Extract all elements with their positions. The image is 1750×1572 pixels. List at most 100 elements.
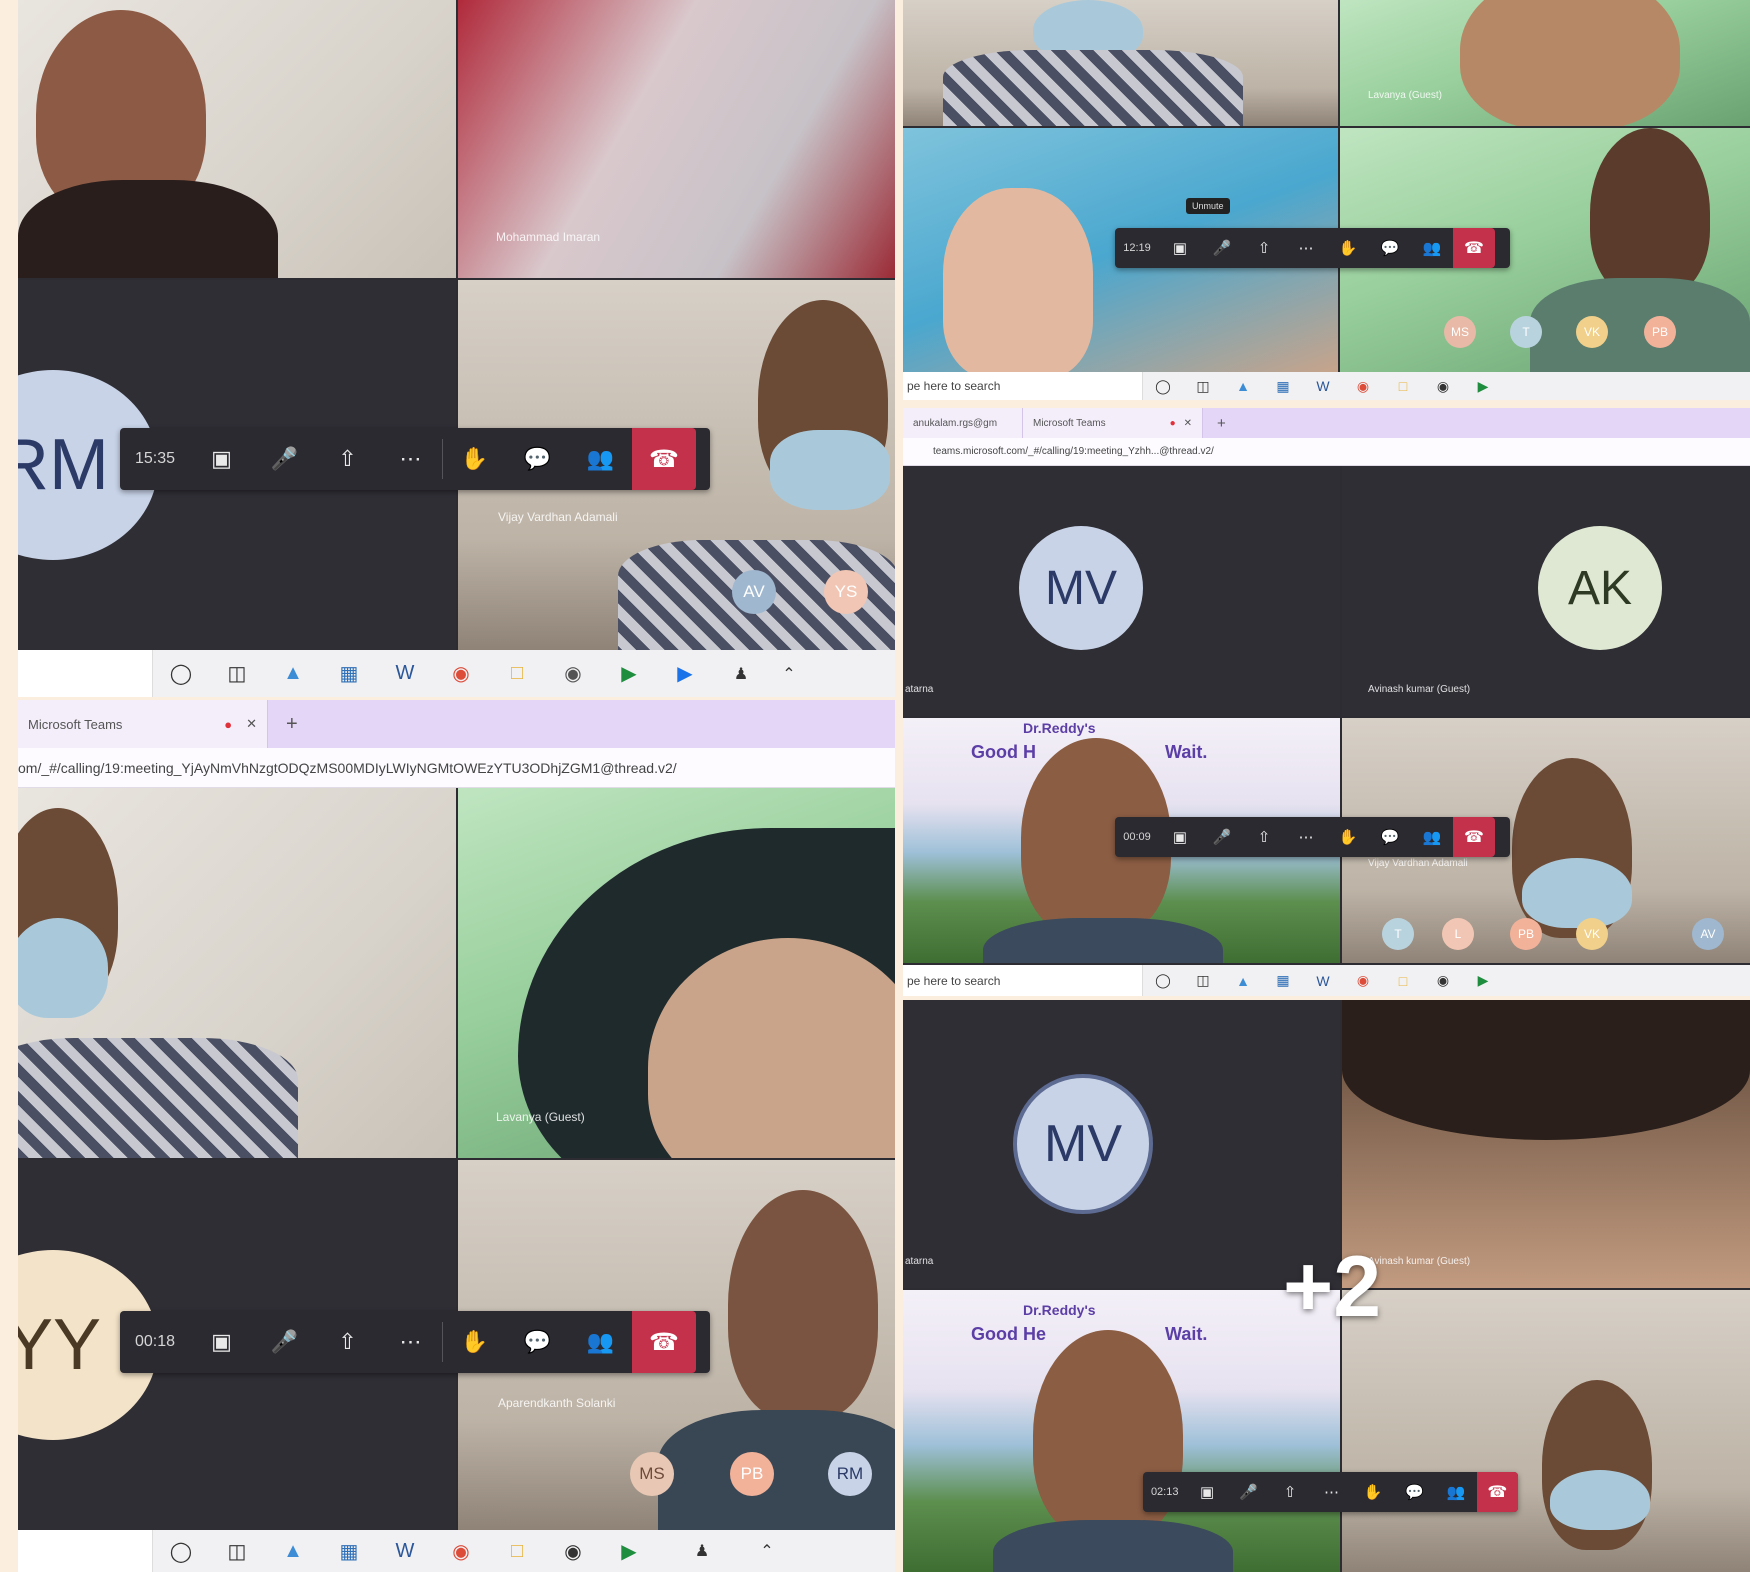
camera-icon[interactable]: ▣ xyxy=(190,1311,253,1373)
hang-up-button[interactable]: ☎ xyxy=(632,1311,696,1373)
participant-avatar-pb[interactable]: PB xyxy=(730,1452,774,1496)
close-tab-icon[interactable]: ✕ xyxy=(246,716,257,732)
video-tile-lavanya[interactable]: Lavanya (Guest) xyxy=(458,788,895,1158)
camera-app-icon[interactable]: ◉ xyxy=(1423,965,1463,996)
file-explorer-icon[interactable]: □ xyxy=(1383,372,1423,400)
cortana-icon[interactable]: ◯ xyxy=(153,650,209,697)
video-tile-lavanya[interactable]: Lavanya (Guest) xyxy=(1340,0,1750,126)
app-icon[interactable]: ▲ xyxy=(265,650,321,697)
calculator-icon[interactable]: ▦ xyxy=(1263,372,1303,400)
video-tile-masked-man[interactable] xyxy=(1342,1290,1750,1572)
share-screen-icon[interactable]: ⇧ xyxy=(1243,228,1285,268)
participant-avatar-ys[interactable]: YS xyxy=(824,570,868,614)
participant-avatar-ms[interactable]: MS xyxy=(1444,316,1476,348)
meet-icon[interactable]: ▶ xyxy=(601,650,657,697)
browser-tab-teams[interactable]: Microsoft Teams ● ✕ xyxy=(1023,408,1203,438)
chrome-icon[interactable]: ◉ xyxy=(1343,372,1383,400)
taskbar-search[interactable]: pe here to search xyxy=(903,965,1143,996)
word-icon[interactable]: W xyxy=(377,1530,433,1572)
task-view-icon[interactable]: ◫ xyxy=(1183,372,1223,400)
meet-icon[interactable]: ▶ xyxy=(601,1530,657,1572)
participant-avatar-t[interactable]: T xyxy=(1510,316,1542,348)
camera-icon[interactable]: ▣ xyxy=(1186,1472,1227,1512)
address-bar[interactable]: om/_#/calling/19:meeting_YjAyNmVhNzgtODQ… xyxy=(18,748,895,788)
microphone-icon[interactable]: 🎤 xyxy=(1201,817,1243,857)
meet-icon[interactable]: ▶ xyxy=(1463,965,1503,996)
chrome-icon[interactable]: ◉ xyxy=(433,1530,489,1572)
camera-app-icon[interactable]: ◉ xyxy=(1423,372,1463,400)
share-screen-icon[interactable]: ⇧ xyxy=(1269,1472,1310,1512)
taskbar-search[interactable]: pe here to search xyxy=(903,372,1143,400)
participant-avatar-l[interactable]: L xyxy=(1442,918,1474,950)
microphone-icon[interactable]: 🎤 xyxy=(253,428,316,490)
chrome-icon[interactable]: ◉ xyxy=(433,650,489,697)
chevron-up-icon[interactable]: ⌃ xyxy=(747,1530,787,1572)
calculator-icon[interactable]: ▦ xyxy=(321,650,377,697)
video-tile-mohammad[interactable]: Mohammad Imaran xyxy=(458,0,895,278)
word-icon[interactable]: W xyxy=(1303,372,1343,400)
participant-avatar-pb[interactable]: PB xyxy=(1510,918,1542,950)
microphone-icon[interactable]: 🎤 xyxy=(1228,1472,1269,1512)
microphone-off-icon[interactable]: 🎤 xyxy=(1201,228,1243,268)
camera-icon[interactable]: ▣ xyxy=(1159,817,1201,857)
more-options-icon[interactable]: ⋯ xyxy=(379,428,442,490)
participants-icon[interactable]: 👥 xyxy=(1435,1472,1476,1512)
meet-icon[interactable]: ▶ xyxy=(1463,372,1503,400)
hang-up-button[interactable]: ☎ xyxy=(1453,817,1495,857)
chat-icon[interactable]: 💬 xyxy=(1369,817,1411,857)
chat-icon[interactable]: 💬 xyxy=(506,1311,569,1373)
more-options-icon[interactable]: ⋯ xyxy=(1285,228,1327,268)
file-explorer-icon[interactable]: □ xyxy=(1383,965,1423,996)
address-bar[interactable]: teams.microsoft.com/_#/calling/19:meetin… xyxy=(903,438,1750,466)
cortana-icon[interactable]: ◯ xyxy=(153,1530,209,1572)
share-screen-icon[interactable]: ⇧ xyxy=(316,428,379,490)
people-icon[interactable]: ♟ xyxy=(713,650,769,697)
chat-icon[interactable]: 💬 xyxy=(1394,1472,1435,1512)
cortana-icon[interactable]: ◯ xyxy=(1143,965,1183,996)
camera-icon[interactable]: ▣ xyxy=(190,428,253,490)
chat-icon[interactable]: 💬 xyxy=(1369,228,1411,268)
media-player-icon[interactable]: ▶ xyxy=(657,650,713,697)
app-icon[interactable]: ▲ xyxy=(1223,965,1263,996)
share-screen-icon[interactable]: ⇧ xyxy=(316,1311,379,1373)
video-tile-top-left[interactable] xyxy=(903,0,1338,126)
task-view-icon[interactable]: ◫ xyxy=(209,650,265,697)
more-participants-count[interactable]: +2 xyxy=(1283,1238,1381,1337)
video-tile-masked-man[interactable] xyxy=(18,788,456,1158)
app-icon[interactable]: ▲ xyxy=(1223,372,1263,400)
word-icon[interactable]: W xyxy=(1303,965,1343,996)
file-explorer-icon[interactable]: □ xyxy=(489,650,545,697)
calculator-icon[interactable]: ▦ xyxy=(321,1530,377,1572)
participant-avatar-av[interactable]: AV xyxy=(1692,918,1724,950)
participant-avatar-vk[interactable]: VK xyxy=(1576,316,1608,348)
raise-hand-icon[interactable]: ✋ xyxy=(1352,1472,1393,1512)
video-tile-woman-smiling[interactable] xyxy=(18,0,456,278)
chat-icon[interactable]: 💬 xyxy=(506,428,569,490)
calculator-icon[interactable]: ▦ xyxy=(1263,965,1303,996)
close-tab-icon[interactable]: ✕ xyxy=(1184,418,1192,429)
browser-tab[interactable]: Microsoft Teams ● ✕ xyxy=(18,700,268,748)
raise-hand-icon[interactable]: ✋ xyxy=(443,428,506,490)
participant-avatar-ms[interactable]: MS xyxy=(630,1452,674,1496)
raise-hand-icon[interactable]: ✋ xyxy=(1327,228,1369,268)
participants-icon[interactable]: 👥 xyxy=(569,1311,632,1373)
taskbar-search[interactable] xyxy=(18,650,153,697)
new-tab-icon[interactable]: + xyxy=(286,713,298,736)
raise-hand-icon[interactable]: ✋ xyxy=(1327,817,1369,857)
hang-up-button[interactable]: ☎ xyxy=(632,428,696,490)
more-options-icon[interactable]: ⋯ xyxy=(1311,1472,1352,1512)
participant-avatar-pb[interactable]: PB xyxy=(1644,316,1676,348)
more-options-icon[interactable]: ⋯ xyxy=(1285,817,1327,857)
camera-app-icon[interactable]: ◉ xyxy=(545,650,601,697)
raise-hand-icon[interactable]: ✋ xyxy=(443,1311,506,1373)
participant-avatar-vk[interactable]: VK xyxy=(1576,918,1608,950)
new-tab-icon[interactable]: + xyxy=(1217,415,1226,432)
participants-icon[interactable]: 👥 xyxy=(1411,228,1453,268)
hang-up-button[interactable]: ☎ xyxy=(1476,1472,1519,1512)
participant-avatar-t[interactable]: T xyxy=(1382,918,1414,950)
task-view-icon[interactable]: ◫ xyxy=(1183,965,1223,996)
camera-app-icon[interactable]: ◉ xyxy=(545,1530,601,1572)
taskbar-search[interactable] xyxy=(18,1530,153,1572)
cortana-icon[interactable]: ◯ xyxy=(1143,372,1183,400)
video-tile-closeup[interactable]: Avinash kumar (Guest) xyxy=(1342,1000,1750,1288)
